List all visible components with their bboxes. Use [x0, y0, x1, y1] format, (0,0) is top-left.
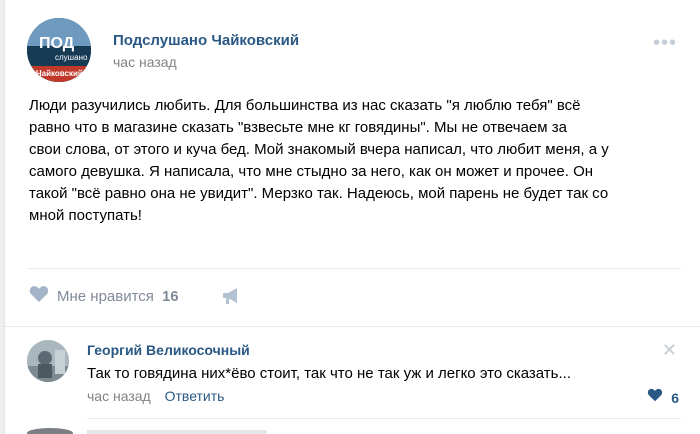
post-text-line: самого девушка. Я написала, что мне стыд…	[29, 163, 594, 180]
post-text-line: такой "всё равно она не увидит". Мерзко …	[29, 185, 609, 202]
comment: Георгий Великосочный Так то говядина них…	[27, 338, 687, 410]
post-text-line: равно что в магазине сказать "взвесьте м…	[29, 119, 567, 136]
post-text-line: свои слова, от этого и куча бед. Мой зна…	[29, 141, 609, 158]
divider	[27, 268, 681, 269]
community-avatar[interactable]: ПОД слушано Чайковский	[27, 18, 91, 82]
post-text-line: мной поступать!	[29, 207, 142, 224]
svg-text:слушано: слушано	[55, 53, 88, 62]
like-count: 16	[161, 287, 179, 305]
post-text-line: Люди разучились любить. Для большинства …	[29, 97, 581, 114]
comment-text: Так то говядина них*ёво стоит, так что н…	[87, 365, 571, 382]
post-actions: Мне нравится 16	[29, 284, 329, 308]
comment-time[interactable]: час назад	[87, 388, 151, 404]
post-text: Люди разучились любить. Для большинства …	[29, 95, 669, 227]
svg-text:ПОД: ПОД	[39, 35, 75, 52]
comment-like-count: 6	[671, 389, 679, 406]
heart-icon	[647, 388, 663, 407]
svg-text:Чайковский: Чайковский	[36, 69, 83, 78]
next-comment-avatar	[27, 428, 73, 434]
post-time[interactable]: час назад	[113, 54, 177, 70]
post-card: ПОД слушано Чайковский Подслушано Чайков…	[4, 0, 700, 434]
post-author[interactable]: Подслушано Чайковский	[113, 32, 299, 49]
post-header: ПОД слушано Чайковский Подслушано Чайков…	[27, 18, 687, 84]
heart-icon	[29, 285, 49, 308]
next-comment-placeholder	[87, 430, 267, 434]
divider	[87, 418, 681, 419]
like-label: Мне нравится	[57, 287, 154, 305]
reply-button[interactable]: Ответить	[165, 388, 225, 404]
like-button[interactable]: Мне нравится 16	[29, 284, 179, 308]
comment-meta: час назад Ответить	[87, 388, 224, 404]
comment-like-button[interactable]: 6	[647, 388, 679, 407]
more-options-icon[interactable]: •••	[653, 33, 677, 53]
divider	[5, 326, 700, 327]
close-icon[interactable]: ✕	[662, 340, 677, 361]
comment-author[interactable]: Георгий Великосочный	[87, 342, 250, 358]
megaphone-icon[interactable]	[221, 287, 241, 310]
avatar[interactable]	[27, 340, 69, 382]
